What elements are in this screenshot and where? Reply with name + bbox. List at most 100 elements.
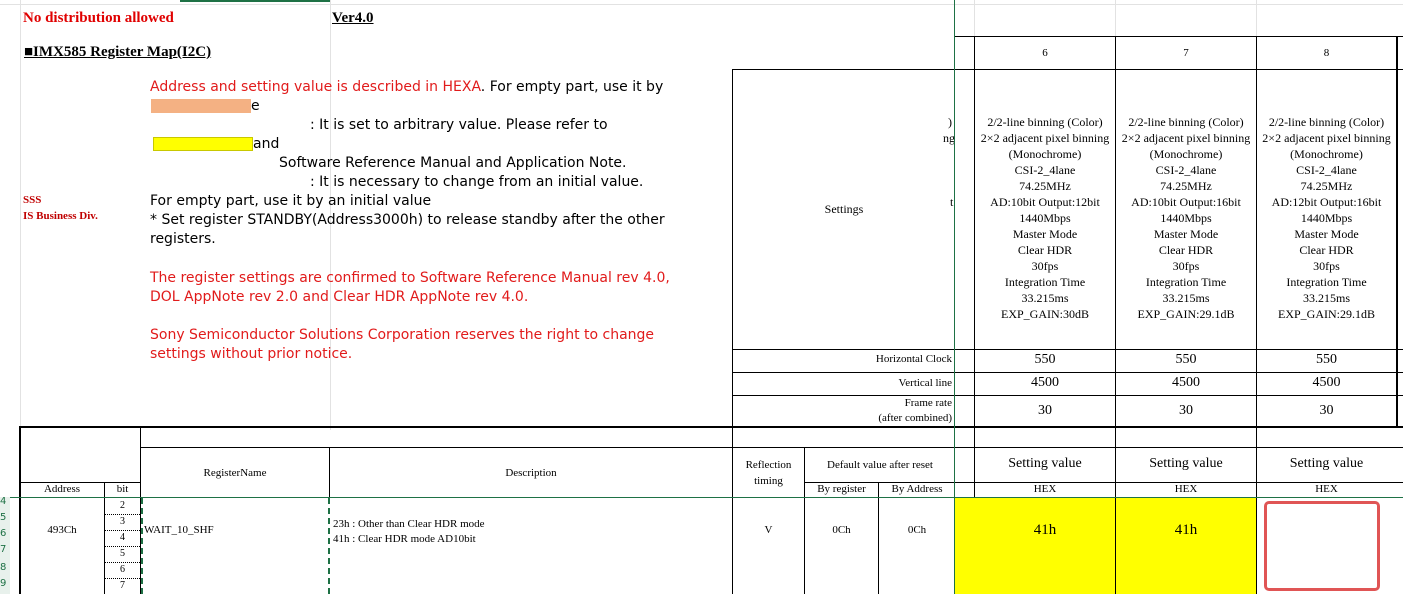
rights-line-1: Sony Semiconductor Solutions Corporation… [150, 327, 655, 343]
partial-text: ) [948, 115, 952, 129]
note-line-2: e [251, 98, 260, 114]
bit-cell[interactable]: 4 [105, 532, 140, 543]
setting-line: (Monochrome) [1008, 147, 1082, 161]
grid-line [20, 0, 21, 430]
by-address-cell[interactable]: 0Ch [879, 524, 955, 536]
setting-line: AD:10bit Output:16bit [1131, 195, 1241, 209]
setting-line: CSI-2_4lane [1014, 163, 1076, 177]
description-line-2[interactable]: 41h : Clear HDR mode AD10bit [333, 533, 476, 545]
company-line-1: SSS [23, 194, 42, 206]
grid-line [974, 0, 975, 36]
setting-line: 1440Mbps [1160, 211, 1212, 225]
setting-line: 33.215ms [1021, 291, 1069, 305]
setting-line: 2×2 adjacent pixel binning [1121, 131, 1251, 145]
setting-line: EXP_GAIN:29.1dB [1277, 307, 1375, 321]
freeze-pane-divider [0, 497, 1403, 498]
vertical-line-value: 4500 [1031, 375, 1059, 390]
setting-line: Clear HDR [1299, 243, 1354, 257]
grid-line [0, 4, 1403, 5]
column-settings: 2/2-line binning (Color) 2×2 adjacent pi… [1257, 114, 1396, 322]
column-number: 7 [1183, 47, 1189, 59]
map-title: ■IMX585 Register Map(I2C) [24, 44, 212, 60]
bit-cell[interactable]: 5 [105, 548, 140, 559]
timing-header: timing [754, 475, 783, 487]
note-line-6: : It is necessary to change from an init… [310, 174, 644, 190]
settings-label: Settings [824, 201, 864, 216]
border [732, 395, 1403, 396]
highlight-cells [955, 498, 1256, 594]
default-after-reset-header: Default value after reset [827, 459, 933, 471]
description-header: Description [505, 466, 557, 479]
register-address[interactable]: 493Ch [20, 524, 104, 536]
setting-line: Master Mode [1153, 227, 1219, 241]
horizontal-clock-value: 550 [1034, 352, 1056, 367]
empty-setting-value-cell[interactable] [1264, 501, 1380, 591]
grid-line [1256, 0, 1257, 36]
hex-header: HEX [1033, 483, 1057, 495]
border [878, 482, 879, 594]
setting-line: Master Mode [1294, 227, 1359, 241]
note-line-4: and [253, 136, 280, 152]
border [1115, 498, 1116, 594]
by-address-header: By Address [891, 483, 943, 495]
column-settings: 2/2-line binning (Color) 2×2 adjacent pi… [1116, 114, 1256, 322]
bit-cell[interactable]: 7 [105, 580, 140, 591]
note-line-3: : It is set to arbitrary value. Please r… [310, 117, 608, 133]
rights-line-2: settings without prior notice. [150, 346, 353, 362]
setting-value-cell[interactable]: 41h [975, 522, 1115, 539]
register-name-header: RegisterName [203, 466, 267, 479]
vertical-line-value: 4500 [1312, 375, 1341, 390]
setting-line: EXP_GAIN:29.1dB [1137, 307, 1235, 321]
bit-cell[interactable]: 6 [105, 564, 140, 575]
setting-line: 74.25MHz [1160, 179, 1212, 193]
setting-line: 2/2-line binning (Color) [1128, 115, 1244, 129]
setting-line: Integration Time [1286, 275, 1367, 289]
setting-line: EXP_GAIN:30dB [1000, 307, 1089, 321]
bit-cell[interactable]: 3 [105, 516, 140, 527]
row-number: 9 [0, 578, 7, 589]
setting-line: 1440Mbps [1300, 211, 1353, 225]
orange-swatch [151, 99, 251, 113]
reflection-cell[interactable]: V [733, 524, 804, 536]
setting-line: 2×2 adjacent pixel binning [980, 131, 1110, 145]
no-distribution-label: No distribution allowed [23, 10, 174, 26]
bit-divider [105, 578, 140, 579]
selection-edge [180, 0, 330, 2]
border [732, 372, 1403, 373]
company-line-2: IS Business Div. [23, 210, 98, 222]
hex-header: HEX [1315, 483, 1338, 495]
hex-header: HEX [1174, 483, 1198, 495]
border [1396, 36, 1398, 428]
setting-value-header: Setting value [1149, 456, 1223, 471]
bit-header: bit [116, 483, 129, 495]
note-line-1: Address and setting value is described i… [150, 79, 663, 95]
vertical-line-label: Vertical line [898, 377, 952, 389]
frame-rate-value: 30 [1038, 403, 1052, 418]
bit-divider [105, 546, 140, 547]
setting-line: 33.215ms [1302, 291, 1350, 305]
setting-line: AD:10bit Output:12bit [990, 195, 1100, 209]
note-line-7: For empty part, use it by an initial val… [150, 193, 432, 209]
bit-divider [105, 514, 140, 515]
register-name-cell[interactable]: WAIT_10_SHF [144, 524, 214, 536]
version-label: Ver4.0 [332, 10, 374, 26]
setting-value-header: Setting value [1289, 456, 1364, 471]
border [955, 36, 1403, 37]
row-number: 8 [0, 562, 7, 573]
border [19, 426, 1403, 428]
border [732, 427, 733, 594]
setting-line: 2×2 adjacent pixel binning [1262, 131, 1391, 145]
note-hexa-black: . For empty part, use it by [480, 79, 664, 95]
note-hexa-red: Address and setting value is described i… [150, 79, 481, 95]
row-number: 6 [0, 528, 7, 539]
description-line-1[interactable]: 23h : Other than Clear HDR mode [333, 518, 485, 530]
horizontal-clock-value: 550 [1175, 352, 1197, 367]
column-number: 8 [1323, 47, 1330, 59]
setting-value-cell[interactable]: 41h [1116, 522, 1256, 539]
bit-cell[interactable]: 2 [105, 500, 140, 511]
vertical-line-value: 4500 [1172, 375, 1200, 390]
yellow-swatch [153, 137, 253, 151]
setting-line: (Monochrome) [1290, 147, 1363, 161]
by-register-cell[interactable]: 0Ch [805, 524, 878, 536]
grid-line [1115, 0, 1116, 36]
